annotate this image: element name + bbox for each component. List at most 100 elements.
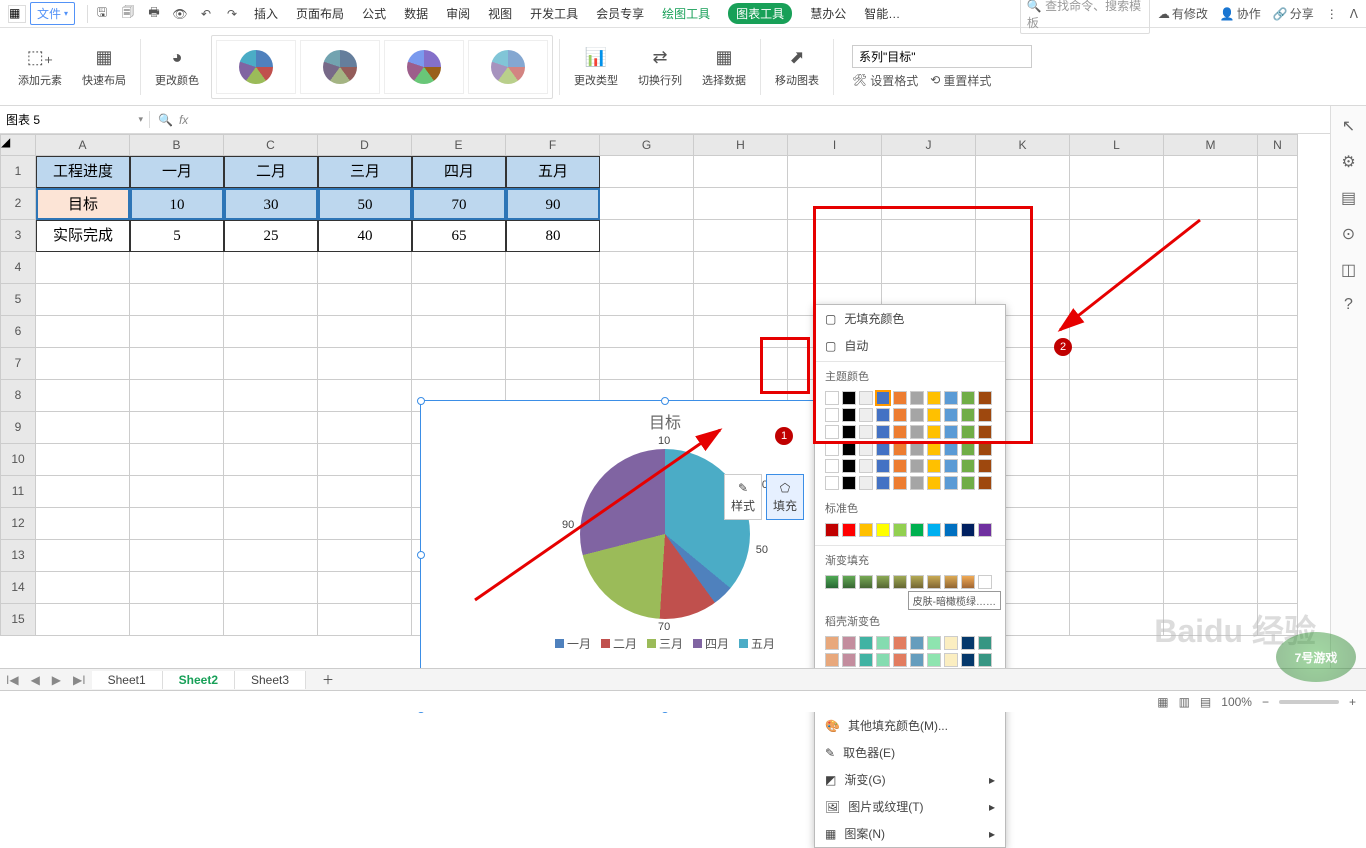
sheet-tab-1[interactable]: Sheet1 [92,671,163,689]
cell[interactable] [1164,220,1258,252]
cell[interactable] [694,284,788,316]
gradient-swatch[interactable] [842,575,856,589]
col-M[interactable]: M [1164,134,1258,156]
cell[interactable]: 五月 [506,156,600,188]
legend-item[interactable]: 三月 [647,635,683,652]
col-B[interactable]: B [130,134,224,156]
cell[interactable] [1258,476,1298,508]
color-swatch[interactable] [927,476,941,490]
cell[interactable] [1164,284,1258,316]
cell[interactable] [1258,156,1298,188]
cell[interactable] [1258,508,1298,540]
color-swatch[interactable] [910,653,924,667]
color-swatch[interactable] [825,476,839,490]
cell[interactable] [318,348,412,380]
cell[interactable]: 实际完成 [36,220,130,252]
cell[interactable] [130,540,224,572]
cell[interactable] [600,252,694,284]
print-icon[interactable]: 🖶 [146,6,162,22]
cell[interactable]: 50 [318,188,412,220]
cell[interactable]: 90 [506,188,600,220]
gradient-swatch[interactable] [893,575,907,589]
cell[interactable] [36,476,130,508]
texture-option[interactable]: 🖼图片或纹理(T)▸ [815,793,1005,820]
no-fill-option[interactable]: ▢无填充颜色 [815,305,1005,332]
cell[interactable] [976,220,1070,252]
color-swatch[interactable] [910,408,924,422]
color-swatch[interactable] [978,459,992,473]
col-G[interactable]: G [600,134,694,156]
color-swatch[interactable] [978,476,992,490]
row-header[interactable]: 15 [0,604,36,636]
change-color-button[interactable]: ◕更改颜色 [147,46,207,88]
color-swatch[interactable] [876,476,890,490]
set-format-button[interactable]: 🛠 设置格式 [852,72,918,89]
cell[interactable] [224,508,318,540]
color-swatch[interactable] [910,442,924,456]
column-headers[interactable]: A B C D E F G H I J K L M N [36,134,1298,156]
cell[interactable] [788,252,882,284]
row-header[interactable]: 7 [0,348,36,380]
cell[interactable] [224,572,318,604]
cell[interactable] [1070,412,1164,444]
template-panel-icon[interactable]: ◫ [1341,260,1356,280]
row-header[interactable]: 6 [0,316,36,348]
color-swatch[interactable] [876,408,890,422]
cell[interactable] [1258,572,1298,604]
cell[interactable] [506,284,600,316]
cell[interactable] [600,156,694,188]
color-swatch[interactable] [859,459,873,473]
cell[interactable] [976,252,1070,284]
cell[interactable] [130,284,224,316]
backup-panel-icon[interactable]: ⊙ [1342,224,1355,244]
cell[interactable] [36,316,130,348]
name-box[interactable]: 图表 5 [0,111,150,128]
cell[interactable]: 5 [130,220,224,252]
color-swatch[interactable] [876,459,890,473]
row-header[interactable]: 11 [0,476,36,508]
cell[interactable]: 三月 [318,156,412,188]
cell[interactable] [1258,188,1298,220]
gradient-swatch[interactable] [876,575,890,589]
cell[interactable] [1070,444,1164,476]
tab-nav-prev-icon[interactable]: ◀ [25,673,46,687]
row-header[interactable]: 8 [0,380,36,412]
cell[interactable] [130,348,224,380]
redo-icon[interactable]: ↷ [224,6,240,22]
settings-panel-icon[interactable]: ⚙ [1341,152,1355,172]
row-header[interactable]: 10 [0,444,36,476]
cell[interactable] [224,444,318,476]
cell[interactable] [224,252,318,284]
cell[interactable] [600,316,694,348]
color-swatch[interactable] [842,459,856,473]
legend-item[interactable]: 一月 [555,635,591,652]
tab-review[interactable]: 审阅 [446,3,470,24]
col-J[interactable]: J [882,134,976,156]
chart-style-3[interactable] [384,40,464,94]
cell[interactable] [318,412,412,444]
cell[interactable] [788,220,882,252]
add-sheet-button[interactable]: ＋ [306,669,350,690]
cell[interactable] [1164,412,1258,444]
color-swatch[interactable] [893,391,907,405]
cell[interactable] [130,412,224,444]
cell[interactable] [1070,284,1164,316]
color-swatch[interactable] [944,636,958,650]
cell[interactable] [36,380,130,412]
color-swatch[interactable] [944,442,958,456]
select-all-corner[interactable]: ◢ [0,134,36,156]
color-swatch[interactable] [978,653,992,667]
move-chart-button[interactable]: ⬈移动图表 [767,46,827,88]
cell[interactable] [130,380,224,412]
more-colors-option[interactable]: 🎨其他填充颜色(M)... [815,712,1005,739]
add-element-button[interactable]: ⬚₊添加元素 [10,46,70,88]
cell[interactable] [318,540,412,572]
reset-style-button[interactable]: ⟲ 重置样式 [930,72,991,89]
color-swatch[interactable] [944,459,958,473]
command-search[interactable]: 🔍 查找命令、搜索模板 [1020,0,1150,34]
sheet-tab-2[interactable]: Sheet2 [163,671,235,689]
cell[interactable] [130,508,224,540]
select-tool-icon[interactable]: ↖ [1342,116,1355,136]
cell[interactable] [1164,316,1258,348]
cell[interactable] [506,316,600,348]
